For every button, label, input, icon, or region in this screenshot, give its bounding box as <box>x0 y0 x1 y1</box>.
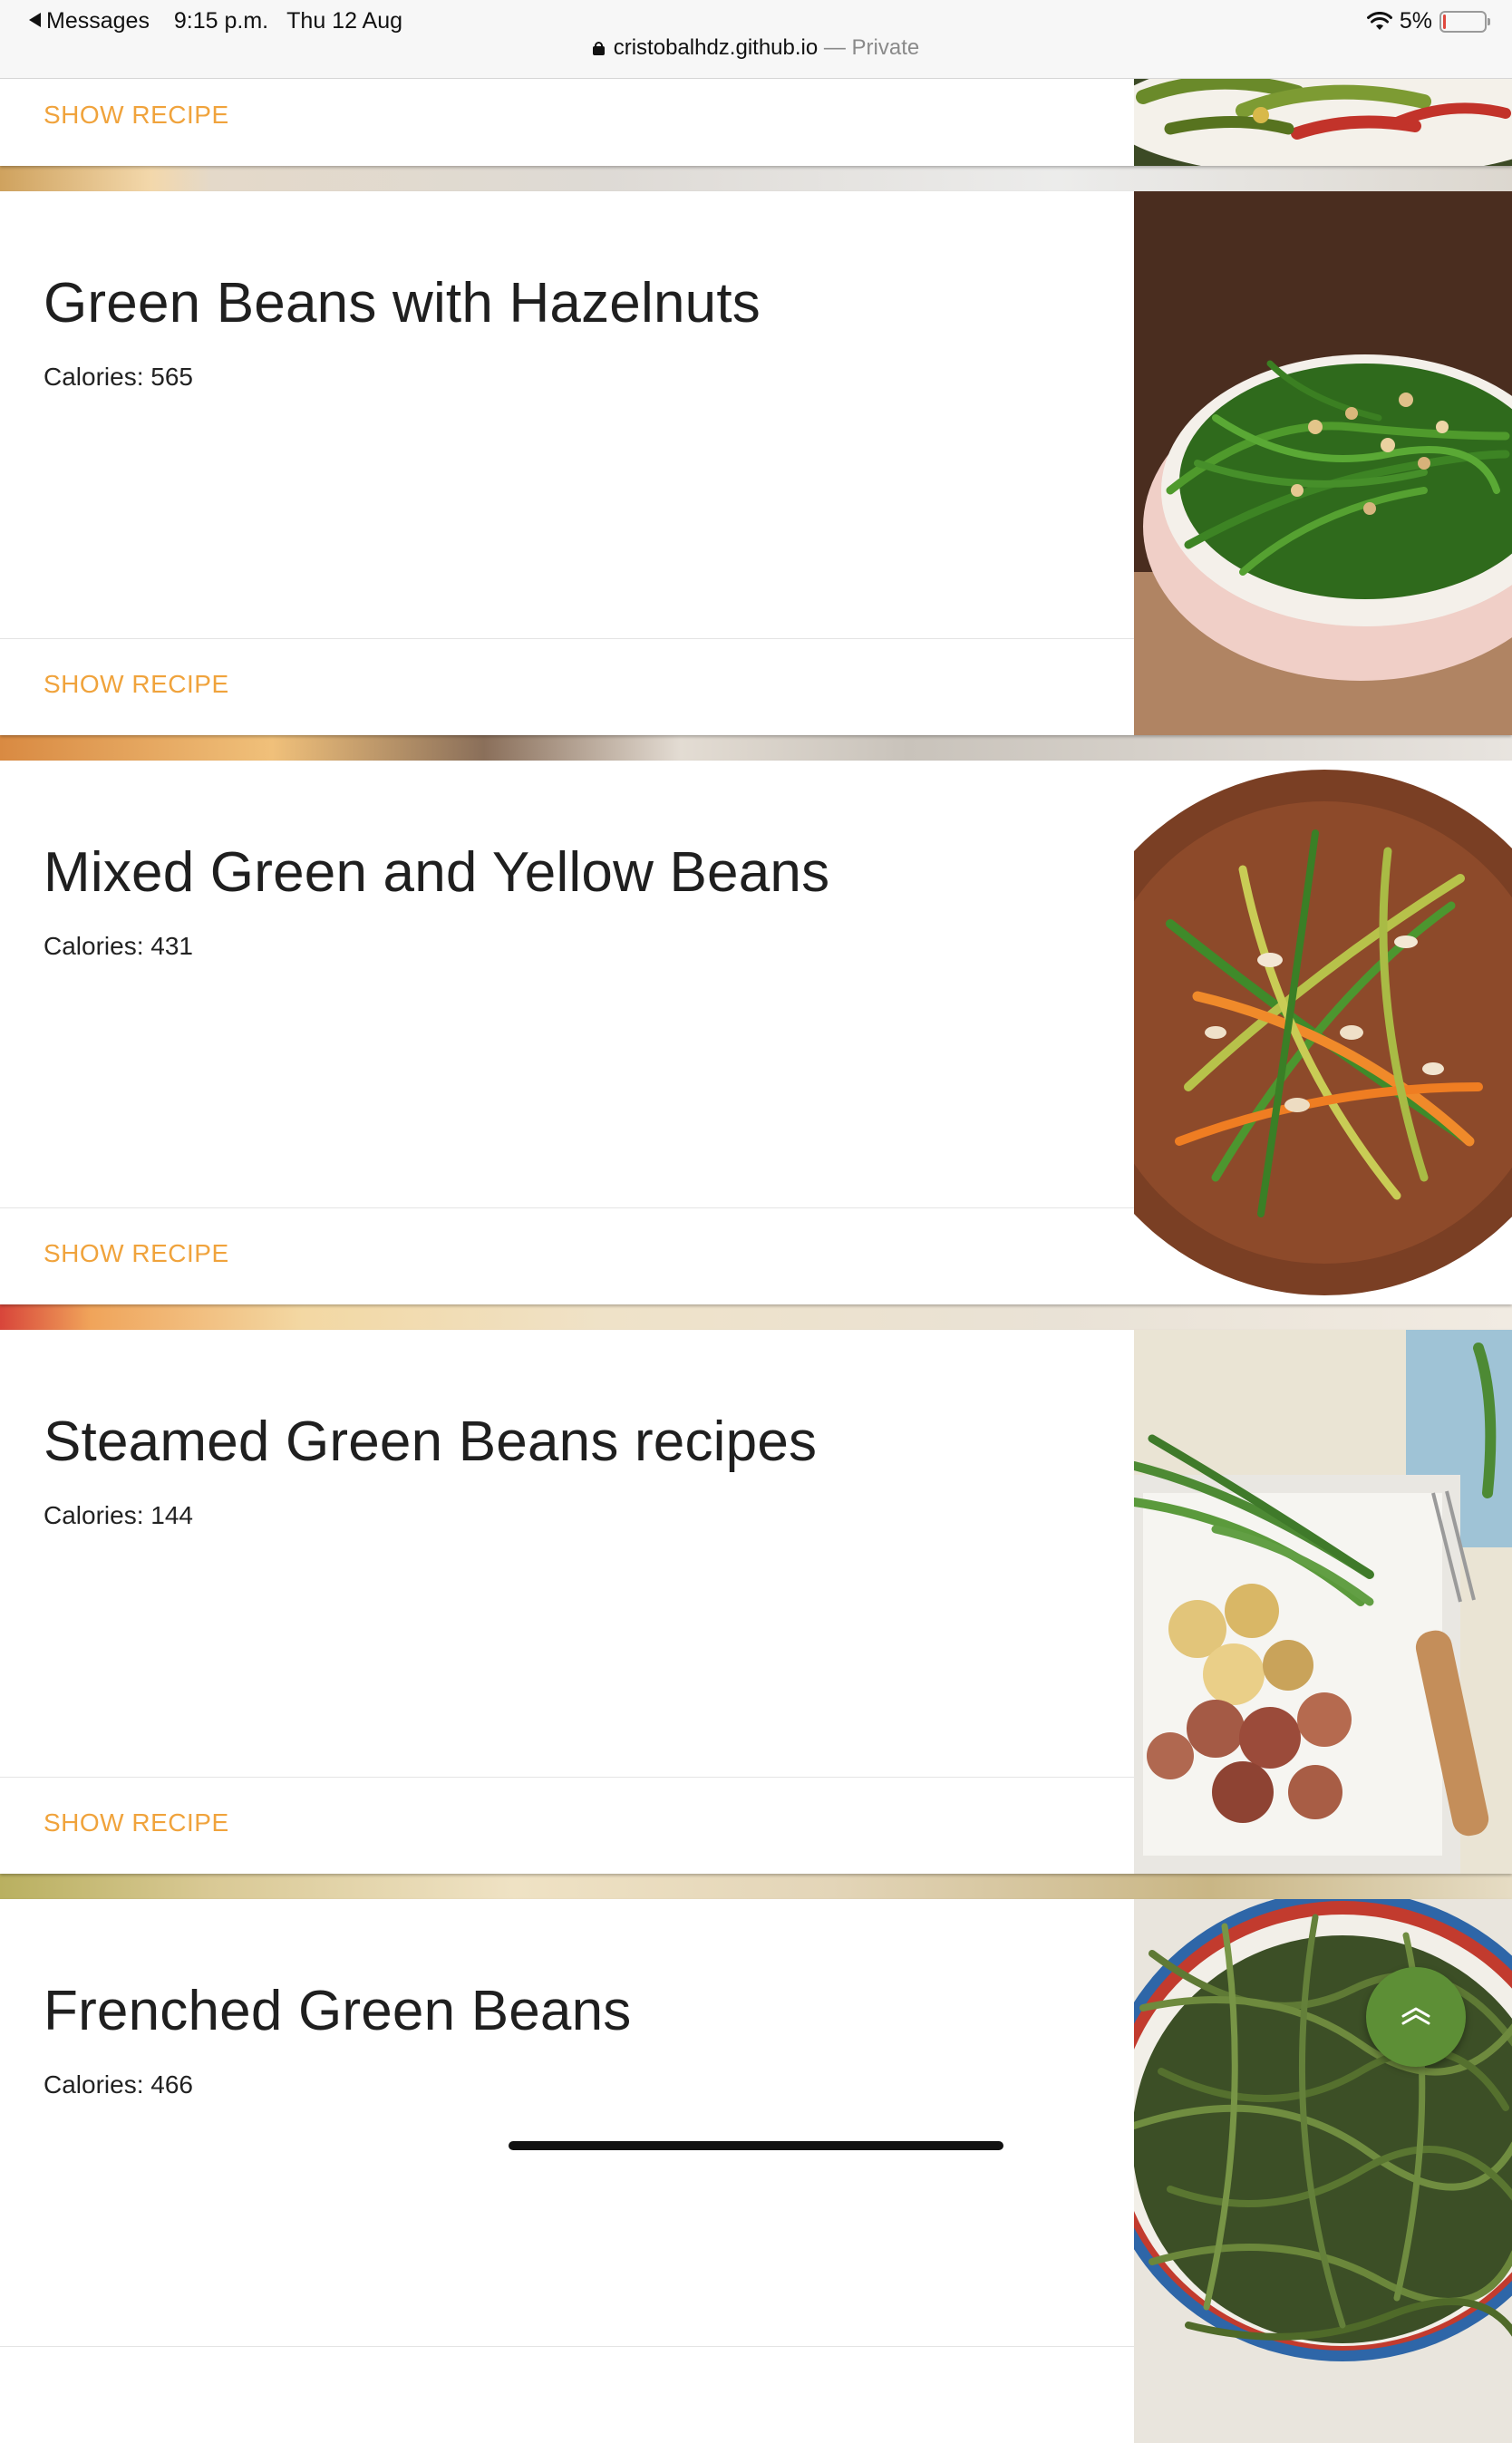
recipe-photo <box>1134 1330 1512 1874</box>
status-date: Thu 12 Aug <box>286 8 403 34</box>
recipe-card-actions: SHOW RECIPE <box>0 1777 1134 1874</box>
url-separator: — <box>818 35 852 60</box>
status-bar-right: 5% <box>1366 8 1490 34</box>
private-mode-label: Private <box>851 35 920 60</box>
recipe-calories: Calories: 565 <box>44 363 193 391</box>
background-strip <box>0 735 1512 761</box>
show-recipe-button[interactable]: SHOW RECIPE <box>44 1239 229 1268</box>
url-bar[interactable]: cristobalhdz.github.io — Private <box>0 35 1512 61</box>
background-strip <box>0 1874 1512 1899</box>
show-recipe-button[interactable]: SHOW RECIPE <box>44 101 229 130</box>
recipe-title: Mixed Green and Yellow Beans <box>44 841 830 904</box>
recipe-title: Steamed Green Beans recipes <box>44 1411 818 1473</box>
show-recipe-button[interactable]: SHOW RECIPE <box>44 1808 229 1837</box>
recipe-photo <box>1134 761 1512 1304</box>
scroll-to-top-button[interactable] <box>1366 1967 1466 2067</box>
recipe-title: Green Beans with Hazelnuts <box>44 272 761 334</box>
show-recipe-button[interactable]: SHOW RECIPE <box>44 670 229 699</box>
battery-percent: 5% <box>1399 8 1432 34</box>
recipe-card: Green Beans with Hazelnuts Calories: 565… <box>0 191 1512 735</box>
recipe-calories: Calories: 466 <box>44 2070 193 2099</box>
back-app-label: Messages <box>46 8 150 34</box>
recipe-card-content: Steamed Green Beans recipes Calories: 14… <box>0 1330 1134 1874</box>
recipe-card: Steamed Green Beans recipes Calories: 14… <box>0 1330 1512 1874</box>
url-domain: cristobalhdz.github.io <box>613 35 819 60</box>
recipe-card: Frenched Green Beans Calories: 466 <box>0 1899 1512 2443</box>
battery-icon <box>1439 10 1490 33</box>
recipe-card-actions: SHOW RECIPE <box>0 1207 1134 1304</box>
recipe-card-actions <box>0 2346 1134 2443</box>
status-time: 9:15 p.m. <box>173 8 269 34</box>
back-arrow-icon <box>29 13 41 27</box>
recipe-card-actions: SHOW RECIPE <box>0 69 1134 166</box>
recipe-calories: Calories: 144 <box>44 1501 193 1529</box>
background-strip <box>0 166 1512 191</box>
wifi-icon <box>1366 11 1392 30</box>
recipe-calories: Calories: 431 <box>44 932 193 960</box>
recipe-photo <box>1134 191 1512 735</box>
status-bar: Messages 9:15 p.m. Thu 12 Aug 5% cristoba… <box>0 0 1512 79</box>
recipe-card-content: Green Beans with Hazelnuts Calories: 565… <box>0 191 1134 735</box>
background-strip <box>0 1304 1512 1330</box>
recipe-card: Mixed Green and Yellow Beans Calories: 4… <box>0 761 1512 1304</box>
recipe-title: Frenched Green Beans <box>44 1980 632 2042</box>
recipe-list[interactable]: SHOW RECIPE Green Beans with Hazelnuts C… <box>0 0 1512 2443</box>
recipe-photo <box>1134 1899 1512 2443</box>
lock-icon <box>592 42 605 55</box>
recipe-card-actions: SHOW RECIPE <box>0 638 1134 735</box>
recipe-card-content: Mixed Green and Yellow Beans Calories: 4… <box>0 761 1134 1304</box>
status-bar-left: Messages 9:15 p.m. Thu 12 Aug <box>29 8 402 34</box>
chevron-up-double-icon <box>1401 2007 1430 2025</box>
back-to-app-link[interactable]: Messages <box>29 8 156 34</box>
home-indicator[interactable] <box>509 2141 1003 2150</box>
recipe-card-content: Frenched Green Beans Calories: 466 <box>0 1899 1134 2443</box>
